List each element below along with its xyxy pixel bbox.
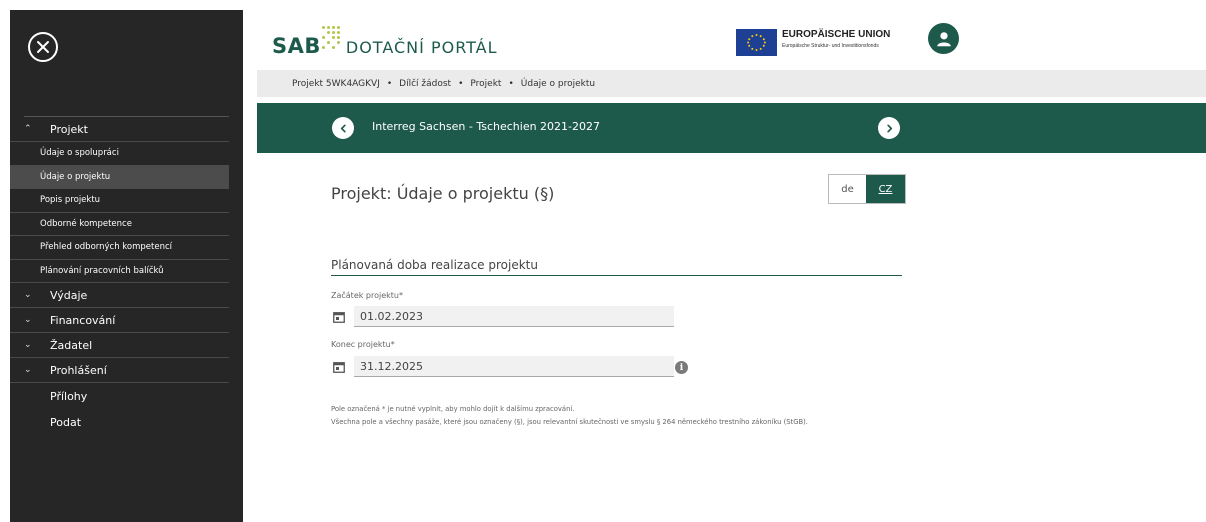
program-title: Interreg Sachsen - Tschechien 2021-2027 bbox=[372, 120, 601, 133]
info-icon[interactable]: i bbox=[675, 361, 688, 374]
end-date-input[interactable] bbox=[354, 356, 674, 377]
start-date-label: Začátek projektu* bbox=[331, 291, 403, 300]
breadcrumb-separator: • bbox=[508, 78, 514, 89]
program-bar: Interreg Sachsen - Tschechien 2021-2027 bbox=[257, 103, 1206, 153]
language-de-button[interactable]: de bbox=[829, 175, 866, 203]
chevron-down-icon: ⌄ bbox=[24, 365, 32, 375]
required-fields-note: Pole označená * je nutné vyplnit, aby mo… bbox=[331, 405, 575, 413]
breadcrumb-item-udaje-o-projektu: Údaje o projektu bbox=[520, 78, 596, 89]
breadcrumb: Projekt 5WK4AGKVJ • Dílčí žádost • Proje… bbox=[257, 70, 1206, 97]
section-divider bbox=[331, 275, 902, 276]
breadcrumb-item-project-id[interactable]: Projekt 5WK4AGKVJ bbox=[292, 79, 380, 89]
sidebar-item-popis-projektu[interactable]: Popis projektu bbox=[10, 189, 229, 213]
legal-note: Všechna pole a všechny pasáže, které jso… bbox=[331, 418, 808, 426]
logo-portal-text: DOTAČNÍ PORTÁL bbox=[345, 38, 498, 57]
chevron-down-icon: ⌄ bbox=[24, 340, 32, 350]
user-avatar-button[interactable] bbox=[928, 23, 959, 54]
calendar-icon[interactable] bbox=[333, 311, 345, 323]
sidebar: ⌃ Projekt Údaje o spolupráci Údaje o pro… bbox=[10, 10, 243, 522]
breadcrumb-separator: • bbox=[386, 78, 393, 89]
close-menu-button[interactable] bbox=[28, 32, 58, 62]
sidebar-item-udaje-o-projektu[interactable]: Údaje o projektu bbox=[10, 165, 229, 189]
next-program-button[interactable] bbox=[878, 117, 900, 139]
eu-flag-icon bbox=[736, 29, 777, 56]
calendar-icon[interactable] bbox=[333, 361, 345, 373]
breadcrumb-item-projekt[interactable]: Projekt bbox=[470, 79, 501, 89]
sidebar-item-podat[interactable]: Podat bbox=[10, 409, 243, 435]
sidebar-item-odborne-kompetence[interactable]: Odborné kompetence bbox=[10, 213, 229, 236]
close-icon bbox=[37, 41, 49, 53]
sidebar-section-prohlaseni[interactable]: ⌄ Prohlášení bbox=[10, 358, 229, 383]
logo-dots-icon bbox=[321, 26, 346, 50]
breadcrumb-separator: • bbox=[458, 78, 464, 89]
chevron-right-icon bbox=[886, 124, 892, 132]
language-toggle: de CZ bbox=[828, 174, 906, 204]
sidebar-section-financovani[interactable]: ⌄ Financování bbox=[10, 308, 229, 333]
page-title: Projekt: Údaje o projektu (§) bbox=[331, 184, 555, 203]
previous-program-button[interactable] bbox=[332, 117, 354, 139]
breadcrumb-item-dilci-zadost[interactable]: Dílčí žádost bbox=[399, 79, 451, 89]
sidebar-item-prilohy[interactable]: Přílohy bbox=[10, 383, 243, 409]
sidebar-nav: ⌃ Projekt Údaje o spolupráci Údaje o pro… bbox=[10, 116, 243, 435]
eu-subtitle: Europäische Struktur- und Investitionsfo… bbox=[782, 43, 879, 49]
eu-title: EUROPÄISCHE UNION bbox=[782, 29, 891, 40]
chevron-left-icon bbox=[340, 124, 346, 132]
sidebar-section-vydaje[interactable]: ⌄ Výdaje bbox=[10, 283, 229, 308]
section-title: Plánovaná doba realizace projektu bbox=[331, 258, 538, 272]
end-date-label: Konec projektu* bbox=[331, 340, 395, 349]
language-cz-button[interactable]: CZ bbox=[866, 175, 905, 203]
logo-sab-text: SAB bbox=[272, 34, 321, 58]
sidebar-item-planovani-balicku[interactable]: Plánování pracovních balíčků bbox=[10, 260, 229, 283]
sidebar-item-prehled-kompetenci[interactable]: Přehled odborných kompetencí bbox=[10, 236, 229, 260]
user-icon bbox=[936, 31, 951, 46]
start-date-input[interactable] bbox=[354, 306, 674, 327]
chevron-down-icon: ⌄ bbox=[24, 315, 32, 325]
sidebar-section-projekt[interactable]: ⌃ Projekt bbox=[10, 117, 229, 142]
sidebar-section-zadatel[interactable]: ⌄ Žadatel bbox=[10, 333, 229, 358]
sab-logo[interactable]: SAB DOTAČNÍ PORTÁL bbox=[272, 26, 498, 58]
sidebar-item-udaje-o-spolupraci[interactable]: Údaje o spolupráci bbox=[10, 142, 229, 166]
chevron-up-icon: ⌃ bbox=[24, 124, 32, 134]
chevron-down-icon: ⌄ bbox=[24, 290, 32, 300]
